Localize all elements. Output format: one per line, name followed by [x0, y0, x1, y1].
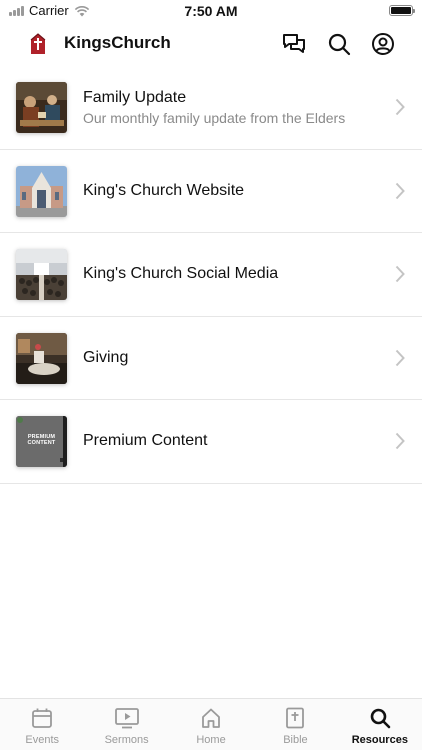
giving-image	[16, 332, 67, 384]
search-icon	[370, 708, 391, 729]
list-item-title: King's Church Social Media	[83, 265, 279, 283]
tab-bar: Events Sermons Home Bible Resources	[0, 698, 422, 750]
calendar-icon	[32, 708, 53, 728]
tab-label: Home	[196, 734, 226, 746]
premium-content-image: PREMIUM CONTENT	[16, 416, 67, 467]
list-item-subtitle: Our monthly family update from the Elder…	[83, 109, 346, 126]
messages-icon	[283, 34, 305, 53]
app-header: KingsChurch	[0, 22, 422, 66]
congregation-image	[16, 249, 67, 300]
status-time: 7:50 AM	[184, 3, 238, 19]
app-title: KingsChurch	[64, 33, 171, 52]
search-button[interactable]	[327, 32, 351, 56]
list-item-family-update[interactable]: Family Update Our monthly family update …	[0, 66, 422, 150]
tab-bible[interactable]: Bible	[253, 699, 337, 750]
tab-label: Sermons	[104, 734, 149, 746]
chevron-right-icon	[395, 99, 405, 116]
family-update-image	[16, 82, 67, 133]
list-item-title: Giving	[83, 348, 129, 366]
list-item-text: Family Update Our monthly family update …	[83, 66, 382, 149]
tab-label: Bible	[283, 734, 308, 746]
profile-button[interactable]	[371, 32, 395, 56]
tab-sermons[interactable]: Sermons	[84, 699, 168, 750]
chevron-right-icon	[395, 266, 405, 283]
list-item-social-media[interactable]: King's Church Social Media	[0, 233, 422, 317]
list-item-premium-content[interactable]: PREMIUM CONTENT Premium Content	[0, 400, 422, 484]
bible-icon	[286, 707, 305, 729]
tab-label: Resources	[351, 734, 408, 746]
chevron-right-icon	[395, 182, 405, 199]
church-building-image	[16, 165, 67, 217]
tab-label: Events	[25, 734, 60, 746]
tab-resources[interactable]: Resources	[338, 699, 422, 750]
list-item-title: Premium Content	[83, 432, 208, 450]
premium-content-thumb-text: PREMIUM CONTENT	[27, 434, 56, 446]
tab-events[interactable]: Events	[0, 699, 84, 750]
list-item-text: Premium Content	[83, 400, 382, 483]
profile-icon	[372, 33, 394, 55]
chevron-right-icon	[395, 349, 405, 366]
chevron-right-icon	[395, 433, 405, 450]
video-play-icon	[114, 708, 139, 729]
list-item-title: Family Update	[83, 88, 187, 106]
list-item-text: Giving	[83, 317, 382, 400]
list-item-giving[interactable]: Giving	[0, 317, 422, 400]
status-bar: Carrier 7:50 AM	[0, 0, 422, 22]
church-logo-icon	[30, 33, 46, 54]
messages-button[interactable]	[282, 32, 306, 56]
tab-home[interactable]: Home	[169, 699, 253, 750]
list-item-text: King's Church Website	[83, 150, 382, 233]
list-item-website[interactable]: King's Church Website	[0, 150, 422, 233]
list-item-text: King's Church Social Media	[83, 233, 382, 316]
battery-icon	[389, 5, 415, 16]
resource-list: Family Update Our monthly family update …	[0, 66, 422, 484]
search-icon	[328, 33, 351, 56]
home-icon	[202, 708, 220, 728]
list-item-title: King's Church Website	[83, 181, 245, 199]
